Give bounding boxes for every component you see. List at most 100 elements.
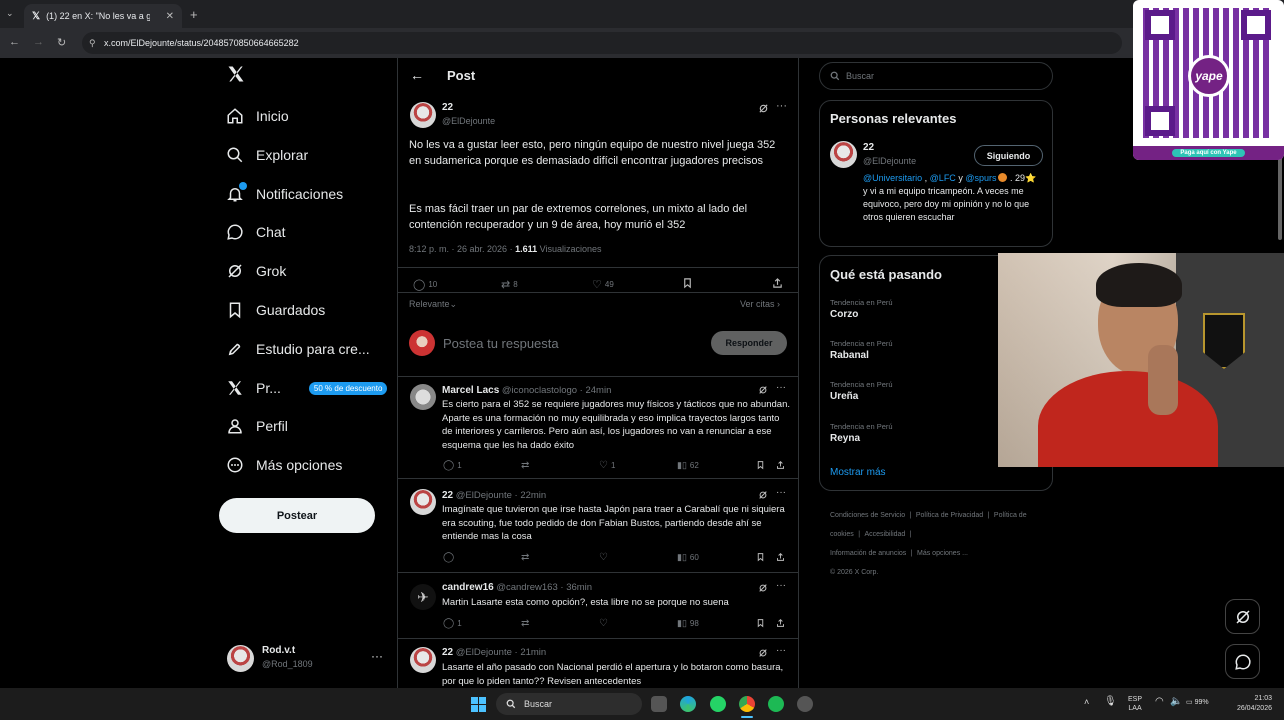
nav-item-explorar[interactable]: Explorar — [226, 141, 308, 169]
x-logo[interactable] — [226, 64, 248, 86]
reply-button[interactable]: Responder — [711, 331, 787, 355]
browser-tab-active[interactable]: 𝕏 (1) 22 en X: "No les va a gustar ✕ — [24, 4, 182, 28]
reply-author-handle[interactable]: @candrew163 · 36min — [496, 582, 592, 593]
grok-icon[interactable] — [758, 648, 768, 658]
trend-item[interactable]: Tendencia en Perú Corzo — [830, 298, 893, 320]
site-info-icon[interactable]: ⚲ — [89, 38, 96, 49]
quotes-link[interactable]: Ver citas › — [740, 299, 780, 309]
more-dots-icon[interactable]: ··· — [776, 580, 786, 591]
new-tab-button[interactable]: + — [190, 7, 198, 22]
nav-item-chat[interactable]: Chat — [226, 218, 286, 246]
more-dots-icon[interactable]: ··· — [776, 487, 786, 498]
share-action[interactable] — [776, 618, 785, 628]
back-arrow-icon[interactable]: ← — [410, 67, 424, 83]
views-action[interactable]: ▮▯ 98 — [677, 618, 699, 629]
trend-item[interactable]: Tendencia en Perú Reyna — [830, 422, 893, 444]
footer-link[interactable]: Condiciones de Servicio — [830, 512, 905, 519]
edge-icon[interactable] — [680, 696, 696, 712]
whatsapp-icon[interactable] — [710, 696, 726, 712]
microphone-icon[interactable]: 🎙 — [1104, 696, 1117, 707]
forward-icon[interactable]: → — [33, 36, 44, 48]
repost-action[interactable]: ⇄ — [521, 618, 529, 629]
windows-start-icon[interactable] — [471, 697, 486, 712]
avatar[interactable] — [830, 141, 857, 168]
grok-icon[interactable] — [758, 385, 768, 395]
reply-author-handle[interactable]: @ElDejounte · 22min — [456, 490, 546, 501]
following-button[interactable]: Siguiendo — [974, 145, 1043, 166]
bookmark-action[interactable] — [756, 460, 765, 470]
nav-item-mas-opciones[interactable]: Más opciones — [226, 451, 342, 479]
share-action[interactable] — [772, 277, 783, 289]
reply-author-handle[interactable]: @iconoclastologo · 24min — [502, 385, 611, 396]
reply-action[interactable]: ◯ 10 — [413, 278, 437, 291]
reply-action[interactable]: ◯ — [443, 552, 454, 563]
reply-action[interactable]: ◯ 1 — [443, 460, 462, 471]
bio-mention[interactable]: @Universitario — [863, 173, 922, 183]
repost-action[interactable]: ⇄ — [521, 552, 529, 563]
views-action[interactable]: ▮▯ 62 — [677, 460, 699, 471]
trend-item[interactable]: Tendencia en Perú Ureña — [830, 380, 893, 402]
address-bar[interactable]: ⚲ x.com/ElDejounte/status/20485708506646… — [82, 32, 1122, 54]
footer-link[interactable]: Más opciones ... — [917, 550, 968, 557]
footer-link[interactable]: Información de anuncios — [830, 550, 906, 557]
spotify-icon[interactable] — [768, 696, 784, 712]
app-icon[interactable] — [797, 696, 813, 712]
clock[interactable]: 21:03 26/04/2026 — [1226, 694, 1272, 714]
grok-icon[interactable] — [758, 490, 768, 500]
share-action[interactable] — [776, 552, 785, 562]
tray-overflow-icon[interactable]: ˄ — [1084, 697, 1089, 707]
reply-author-handle[interactable]: @ElDejounte · 21min — [456, 647, 546, 658]
nav-item-premium[interactable]: Pr... 50 % de descuento — [226, 374, 388, 402]
post-button[interactable]: Postear — [219, 498, 375, 533]
bookmark-action[interactable] — [756, 552, 765, 562]
back-icon[interactable]: ← — [9, 36, 20, 48]
nav-item-estudio[interactable]: Estudio para cre... — [226, 335, 370, 363]
grok-icon[interactable] — [758, 103, 770, 115]
reply-author-name[interactable]: 22 — [442, 647, 453, 658]
share-action[interactable] — [776, 460, 785, 470]
avatar[interactable] — [410, 102, 436, 128]
person-handle[interactable]: @ElDejounte — [863, 156, 916, 166]
footer-link[interactable]: Accesibilidad — [864, 531, 905, 538]
trend-item[interactable]: Tendencia en Perú Rabanal — [830, 339, 893, 361]
battery-indicator[interactable]: ▭ 99% — [1186, 698, 1209, 706]
volume-icon[interactable]: 🔈 — [1170, 696, 1182, 707]
task-view-icon[interactable] — [651, 696, 667, 712]
post-time[interactable]: 8:12 p. m. · 26 abr. 2026 · — [409, 244, 513, 254]
reply-author-name[interactable]: 22 — [442, 490, 453, 501]
more-dots-icon[interactable]: ··· — [776, 382, 786, 393]
reply-action[interactable]: ◯ 1 — [443, 618, 462, 629]
reply-author-name[interactable]: Marcel Lacs — [442, 385, 499, 396]
person-name[interactable]: 22 — [863, 142, 874, 153]
reply-input[interactable]: Postea tu respuesta — [443, 336, 559, 351]
bio-mention[interactable]: @LFC — [930, 173, 956, 183]
nav-item-inicio[interactable]: Inicio — [226, 102, 289, 130]
wifi-icon[interactable]: ◠ — [1155, 696, 1164, 707]
language-indicator[interactable]: ESP LAA — [1128, 695, 1142, 713]
bio-mention[interactable]: @spurs — [965, 173, 996, 183]
taskbar-search[interactable]: Buscar — [496, 693, 642, 715]
footer-link[interactable]: Política de Privacidad — [916, 512, 983, 519]
grok-icon[interactable] — [758, 583, 768, 593]
nav-item-guardados[interactable]: Guardados — [226, 296, 325, 324]
nav-item-perfil[interactable]: Perfil — [226, 412, 288, 440]
nav-item-notificaciones[interactable]: Notificaciones — [226, 180, 343, 208]
more-dots-icon[interactable]: ··· — [371, 649, 383, 663]
more-dots-icon[interactable]: ··· — [776, 645, 786, 656]
like-action[interactable]: ♡ 49 — [592, 278, 614, 291]
account-switcher[interactable]: Rod.v.t @Rod_1809 ··· — [227, 643, 387, 675]
chrome-icon[interactable] — [739, 696, 755, 712]
tab-list-button[interactable]: ⌄ — [6, 8, 18, 20]
reload-icon[interactable]: ↻ — [57, 36, 66, 49]
views-action[interactable]: ▮▯ 60 — [677, 552, 699, 563]
more-dots-icon[interactable]: ··· — [776, 100, 787, 112]
bookmark-action[interactable] — [682, 277, 693, 289]
close-tab-icon[interactable]: ✕ — [166, 11, 174, 22]
like-action[interactable]: ♡ — [599, 618, 608, 629]
author-handle[interactable]: @ElDejounte — [442, 116, 495, 126]
sort-dropdown[interactable]: Relevante⌄ — [409, 299, 457, 310]
bookmark-action[interactable] — [756, 618, 765, 628]
nav-item-grok[interactable]: Grok — [226, 257, 286, 285]
show-more-link[interactable]: Mostrar más — [830, 467, 886, 478]
repost-action[interactable]: ⇄ — [521, 460, 529, 471]
